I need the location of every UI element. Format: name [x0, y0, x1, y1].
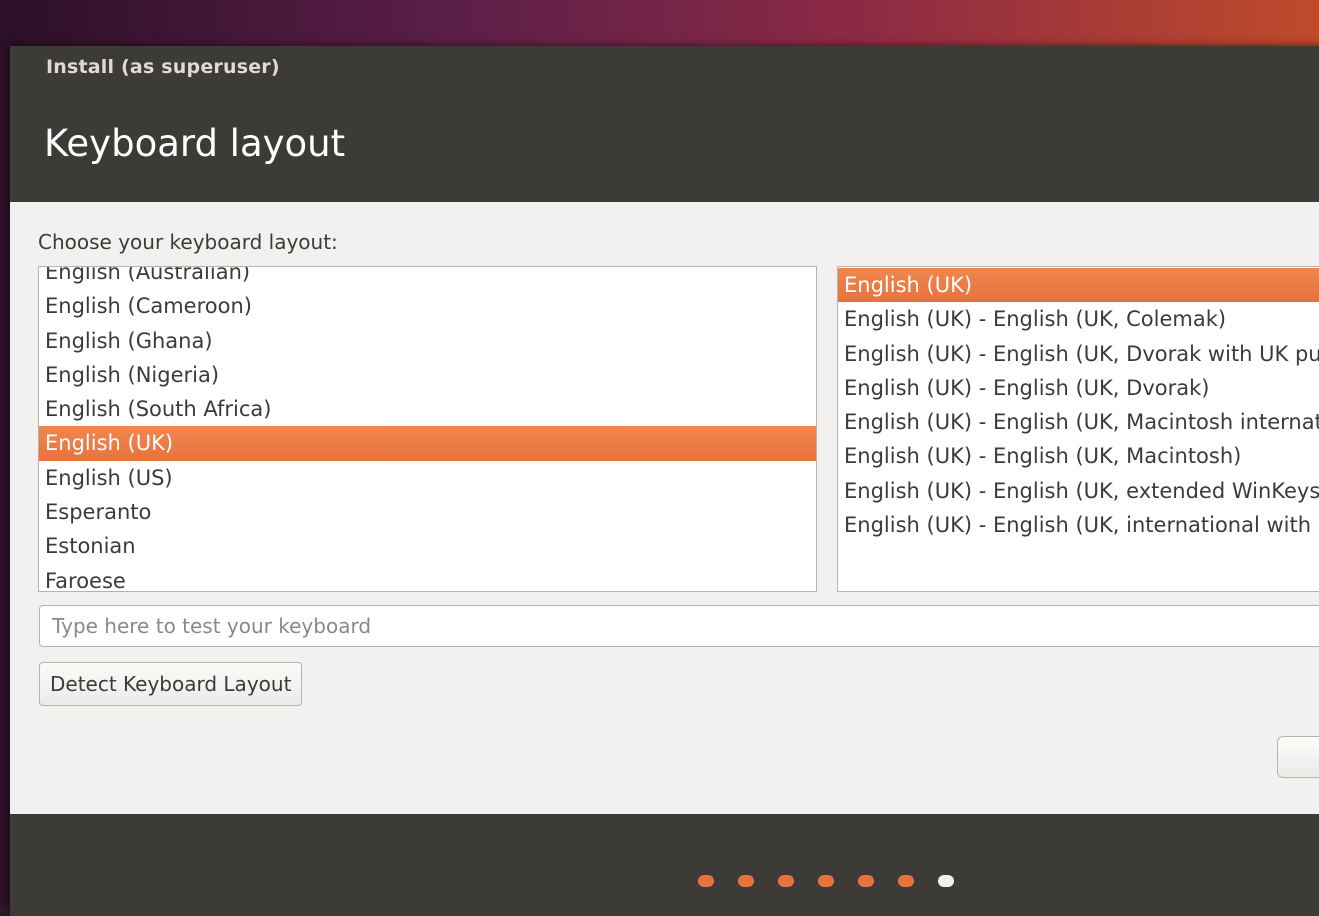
- progress-dot-completed: [898, 875, 914, 887]
- layout-list-item[interactable]: Estonian: [39, 529, 816, 563]
- layout-list-item[interactable]: English (Cameroon): [39, 289, 816, 323]
- layout-list-item[interactable]: English (Australian): [39, 267, 816, 289]
- layout-list-item[interactable]: English (South Africa): [39, 392, 816, 426]
- detect-keyboard-layout-button[interactable]: Detect Keyboard Layout: [39, 662, 303, 706]
- layout-list-item[interactable]: Faroese: [39, 564, 816, 591]
- keyboard-test-input[interactable]: [39, 605, 1319, 647]
- layout-list[interactable]: English (Australian) English (Cameroon) En…: [38, 266, 817, 592]
- variant-list[interactable]: English (UK) English (UK) - English (UK, …: [837, 266, 1319, 592]
- progress-dot-completed: [858, 875, 874, 887]
- variant-list-item[interactable]: English (UK) - English (UK, Colemak): [838, 302, 1319, 336]
- installer-footer: [10, 814, 1319, 916]
- variant-list-item[interactable]: English (UK) - English (UK, extended Win…: [838, 474, 1319, 508]
- layout-list-item[interactable]: Esperanto: [39, 495, 816, 529]
- progress-dot-current: [938, 875, 954, 887]
- variant-list-item[interactable]: English (UK) - English (UK, Macintosh): [838, 439, 1319, 473]
- variant-list-item[interactable]: English (UK) - English (UK, Dvorak): [838, 371, 1319, 405]
- variant-list-item[interactable]: English (UK) - English (UK, internationa…: [838, 508, 1319, 542]
- layout-list-items: English (Australian) English (Cameroon) En…: [39, 267, 816, 591]
- variant-list-item[interactable]: English (UK) - English (UK, Macintosh in…: [838, 405, 1319, 439]
- choose-layout-label: Choose your keyboard layout:: [38, 230, 338, 254]
- progress-dot-completed: [738, 875, 754, 887]
- variant-list-item[interactable]: English (UK): [838, 268, 1319, 303]
- variant-list-items: English (UK) English (UK) - English (UK, …: [838, 268, 1319, 542]
- continue-button[interactable]: [1277, 736, 1319, 778]
- progress-dot-completed: [698, 875, 714, 887]
- progress-dot-completed: [778, 875, 794, 887]
- page-title: Keyboard layout: [44, 122, 346, 165]
- layout-list-item[interactable]: English (US): [39, 461, 816, 495]
- layout-list-item[interactable]: English (UK): [39, 426, 816, 461]
- layout-list-item[interactable]: English (Nigeria): [39, 358, 816, 392]
- variant-list-item[interactable]: English (UK) - English (UK, Dvorak with …: [838, 337, 1319, 371]
- layout-list-item[interactable]: English (Ghana): [39, 324, 816, 358]
- content-area: Choose your keyboard layout: English (Au…: [10, 202, 1319, 814]
- progress-dot-completed: [818, 875, 834, 887]
- window-header: Install (as superuser) Keyboard layout: [10, 46, 1319, 202]
- window-title: Install (as superuser): [46, 56, 280, 78]
- installer-window: Install (as superuser) Keyboard layout C…: [10, 46, 1319, 916]
